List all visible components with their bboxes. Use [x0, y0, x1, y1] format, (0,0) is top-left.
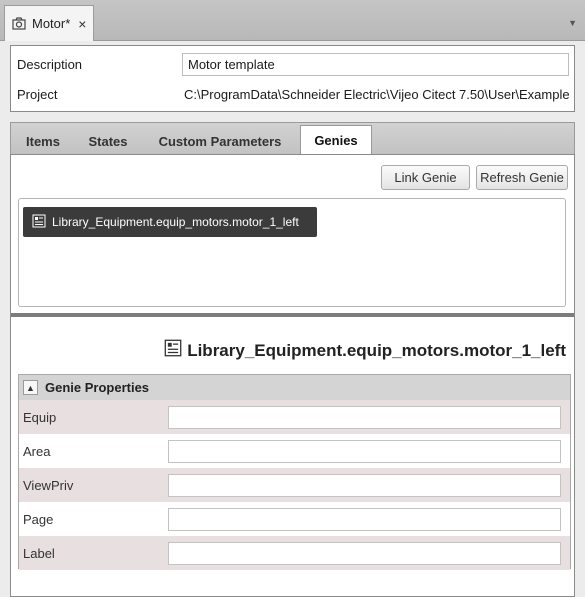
tab-custom-parameters[interactable]: Custom Parameters: [145, 127, 295, 155]
document-tab-motor[interactable]: Motor* ×: [4, 5, 94, 41]
template-info-panel: Description Motor template Project C:\Pr…: [10, 45, 575, 112]
equip-field[interactable]: [168, 405, 561, 429]
template-icon: [11, 16, 27, 32]
property-row-area: Area: [19, 434, 570, 468]
label-field[interactable]: [168, 541, 561, 565]
genie-list[interactable]: Library_Equipment.equip_motors.motor_1_l…: [18, 198, 566, 307]
property-row-viewpriv: ViewPriv: [19, 468, 570, 502]
panel-splitter[interactable]: [11, 313, 574, 317]
property-label: Page: [23, 511, 54, 527]
genie-item-label: Library_Equipment.equip_motors.motor_1_l…: [52, 215, 299, 229]
property-row-equip: Equip: [19, 400, 570, 434]
description-row: Description Motor template: [11, 52, 574, 77]
selected-genie-name: Library_Equipment.equip_motors.motor_1_l…: [187, 340, 566, 360]
property-row-page: Page: [19, 502, 570, 536]
chevron-down-icon[interactable]: ▼: [568, 18, 577, 28]
description-field[interactable]: Motor template: [182, 53, 569, 76]
area-field[interactable]: [168, 439, 561, 463]
description-value: Motor template: [188, 57, 275, 72]
viewpriv-field[interactable]: [168, 473, 561, 497]
genie-properties-grid: ▲ Genie Properties Equip Area ViewPriv P…: [18, 374, 571, 570]
list-item[interactable]: Library_Equipment.equip_motors.motor_1_l…: [23, 207, 317, 237]
tab-items[interactable]: Items: [13, 127, 73, 155]
tab-states[interactable]: States: [75, 127, 141, 155]
project-label: Project: [17, 87, 58, 102]
document-tab-strip: Motor* × ▼: [0, 0, 585, 41]
template-tabs: Items States Custom Parameters Genies: [10, 122, 575, 155]
document-tab-title: Motor*: [32, 16, 71, 31]
genie-icon: [164, 339, 182, 362]
property-label: ViewPriv: [23, 477, 74, 493]
link-genie-button[interactable]: Link Genie: [381, 165, 470, 190]
chevron-up-icon[interactable]: ▲: [23, 380, 38, 395]
genie-properties-title: Genie Properties: [45, 380, 150, 395]
genies-panel: Link Genie Refresh Genie Library_Equipme…: [10, 154, 575, 597]
description-label: Description: [17, 57, 83, 72]
project-row: Project C:\ProgramData\Schneider Electri…: [11, 82, 574, 107]
property-label: Label: [23, 545, 55, 561]
selected-genie-title: Library_Equipment.equip_motors.motor_1_l…: [164, 339, 566, 362]
close-icon[interactable]: ×: [78, 16, 86, 32]
project-path: C:\ProgramData\Schneider Electric\Vijeo …: [184, 87, 570, 102]
genie-properties-header[interactable]: ▲ Genie Properties: [19, 375, 570, 400]
property-label: Area: [23, 443, 51, 459]
tab-genies[interactable]: Genies: [300, 125, 372, 155]
property-row-label: Label: [19, 536, 570, 570]
page-field[interactable]: [168, 507, 561, 531]
genie-icon: [32, 214, 46, 231]
property-label: Equip: [23, 409, 57, 425]
refresh-genie-button[interactable]: Refresh Genie: [476, 165, 568, 190]
editor-pane: Description Motor template Project C:\Pr…: [0, 41, 585, 597]
